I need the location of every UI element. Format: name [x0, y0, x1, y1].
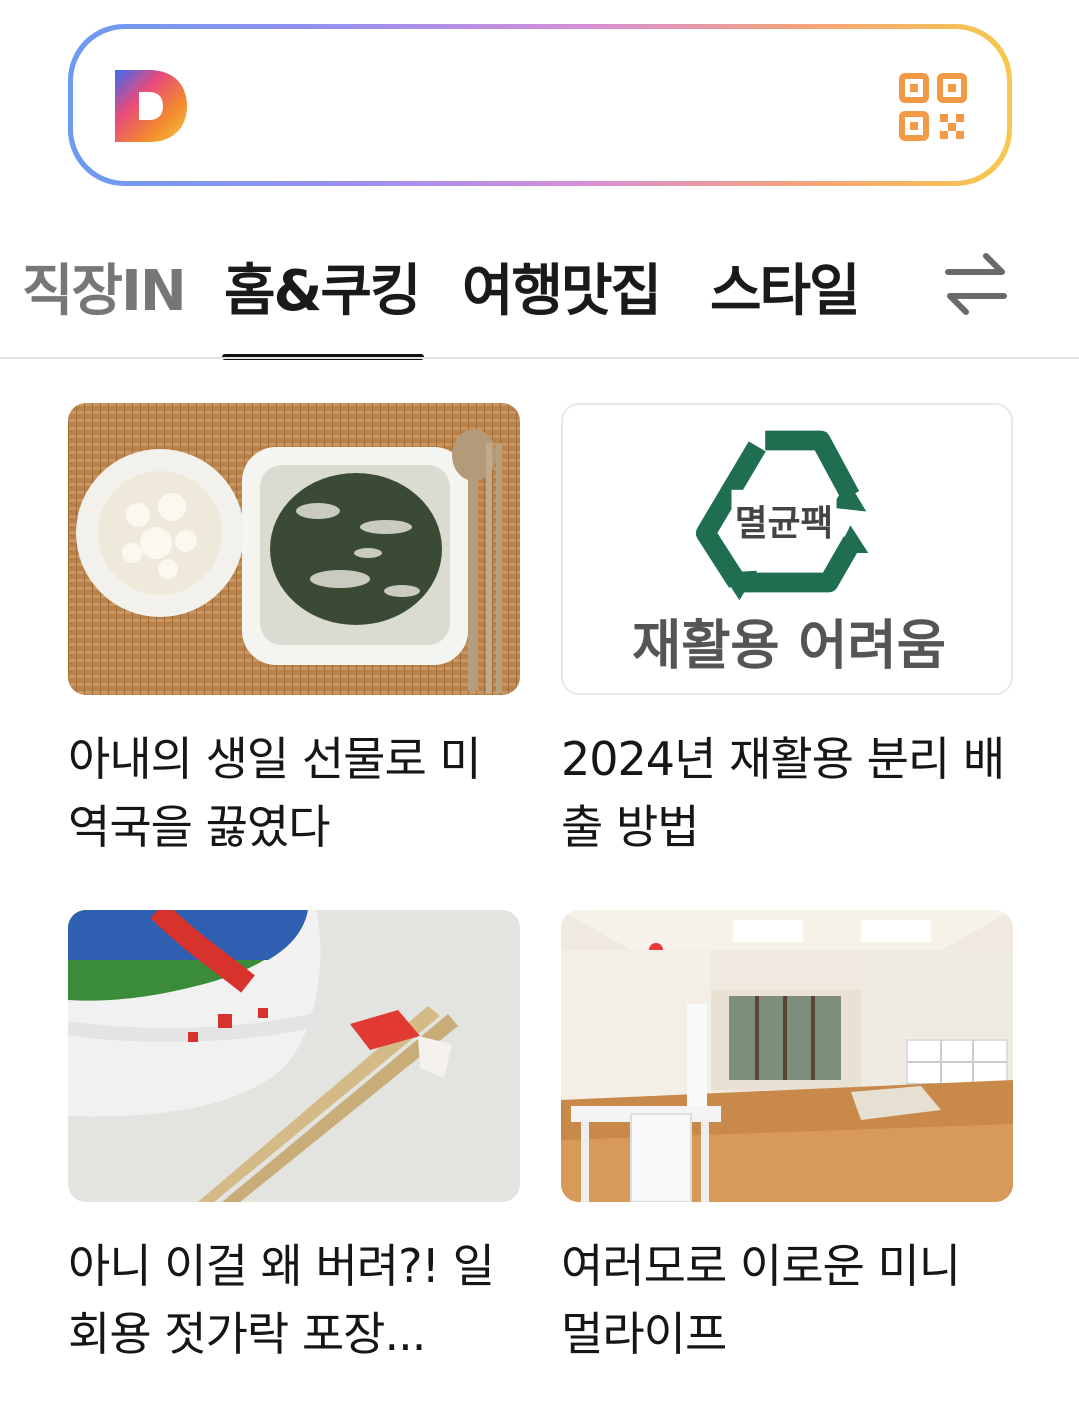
seaweed-soup-rice-photo	[68, 403, 520, 695]
article-title[interactable]: 아니 이걸 왜 버려?! 일회용 젓가락 포장...	[68, 1232, 520, 1368]
search-input[interactable]	[223, 69, 867, 147]
tab-job[interactable]: 직장IN	[22, 246, 187, 327]
article-card[interactable]: 멸균팩 재활용 어려움 2024년 재활용 분리 배출 방법	[561, 403, 1013, 861]
article-title[interactable]: 2024년 재활용 분리 배출 방법	[561, 725, 1013, 861]
empty-living-room-photo	[561, 910, 1013, 1202]
article-card[interactable]: 아내의 생일 선물로 미역국을 끓였다	[68, 403, 520, 861]
tab-style[interactable]: 스타일	[710, 246, 861, 327]
cup-noodle-chopsticks-photo	[68, 910, 520, 1202]
article-title[interactable]: 아내의 생일 선물로 미역국을 끓였다	[68, 725, 520, 861]
swap-arrows-icon[interactable]	[940, 248, 1012, 320]
tab-travel-food[interactable]: 여행맛집	[462, 246, 662, 327]
recycle-difficulty-label: 재활용 어려움	[632, 614, 946, 677]
article-card[interactable]: 아니 이걸 왜 버려?! 일회용 젓가락 포장...	[68, 910, 520, 1368]
search-bar[interactable]	[68, 24, 1012, 186]
tab-home-cooking[interactable]: 홈&쿠킹	[224, 246, 421, 327]
recycle-sterile-pack-logo: 멸균팩 재활용 어려움	[561, 403, 1013, 695]
qr-code-icon[interactable]	[899, 73, 967, 141]
article-title[interactable]: 여러모로 이로운 미니 멀라이프	[561, 1232, 1013, 1368]
article-card[interactable]: 여러모로 이로운 미니 멀라이프	[561, 910, 1013, 1368]
daum-logo-icon[interactable]	[111, 66, 191, 146]
recycle-logo-label: 멸균팩	[735, 503, 833, 544]
search-bar-inner	[73, 29, 1007, 181]
category-tabs: 직장IN 홈&쿠킹 여행맛집 스타일	[0, 210, 1079, 360]
tabs-divider	[0, 357, 1079, 359]
